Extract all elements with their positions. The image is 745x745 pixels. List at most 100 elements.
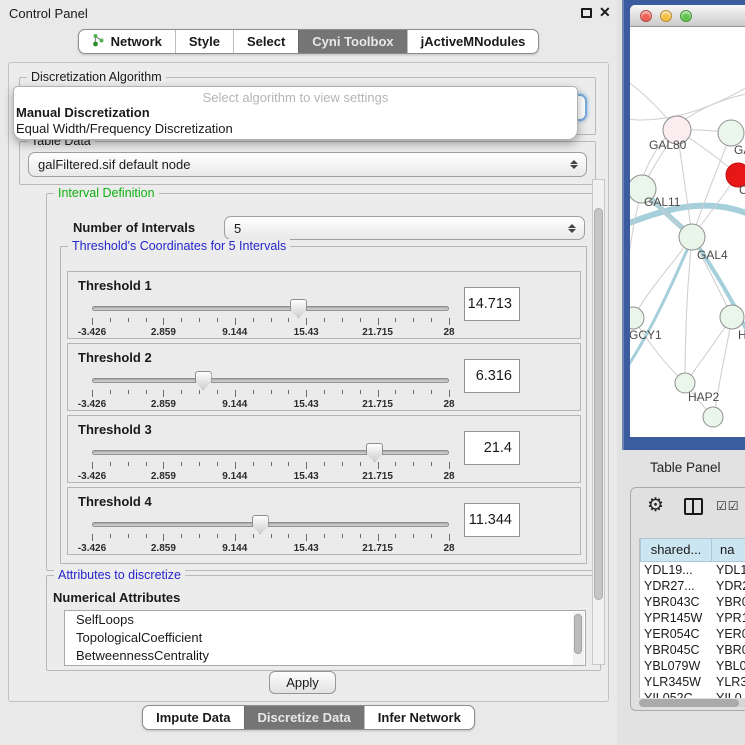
tab-impute-data[interactable]: Impute Data: [143, 706, 243, 729]
scrollbar-thumb[interactable]: [594, 208, 603, 600]
column-header-shared[interactable]: shared...: [640, 538, 712, 562]
table-row[interactable]: YPR145WYPR1: [640, 610, 745, 626]
slider-tick: [413, 534, 414, 538]
slider-tick-label: 9.144: [222, 327, 247, 338]
tab-style[interactable]: Style: [175, 30, 233, 53]
threshold-slider-3[interactable]: -3.4262.8599.14415.4321.71528: [92, 442, 449, 482]
content-scrollbar[interactable]: [592, 179, 605, 665]
tab-select[interactable]: Select: [233, 30, 298, 53]
table-row[interactable]: YBR043CYBR0: [640, 594, 745, 610]
network-edge[interactable]: [693, 133, 731, 235]
threshold-value-field[interactable]: 14.713: [464, 287, 520, 321]
network-edge[interactable]: [685, 237, 692, 382]
attribute-item-selfloops[interactable]: SelfLoops: [65, 611, 585, 629]
slider-tick: [110, 390, 111, 394]
slider-tick: [378, 534, 379, 541]
network-edge[interactable]: [630, 189, 642, 309]
table-data-combobox[interactable]: galFiltered.sif default node: [28, 152, 587, 177]
group-title: Attributes to discretize: [54, 568, 185, 582]
slider-tick: [378, 462, 379, 469]
select-columns-checkboxes-icon[interactable]: ☑☑: [716, 499, 740, 513]
algorithm-option-equal-width-frequency-discretization[interactable]: Equal Width/Frequency Discretization: [14, 121, 577, 137]
slider-tick: [413, 462, 414, 466]
table-row[interactable]: YER054CYER0: [640, 626, 745, 642]
slider-thumb[interactable]: [366, 443, 383, 462]
scrollbar-thumb[interactable]: [574, 614, 582, 654]
threshold-panel-3: Threshold 3-3.4262.8599.14415.4321.71528…: [67, 415, 581, 483]
table-data-combobox-value: galFiltered.sif default node: [38, 157, 190, 172]
slider-tick: [181, 390, 182, 394]
slider-tick: [128, 390, 129, 394]
minimize-traffic-light-icon[interactable]: [660, 10, 672, 22]
table-cell: YIL052C: [640, 690, 712, 698]
table-row[interactable]: YLR345WYLR3: [640, 674, 745, 690]
column-header-na[interactable]: na: [712, 538, 745, 562]
slider-thumb[interactable]: [195, 371, 212, 390]
slider-tick: [271, 318, 272, 322]
network-node-gcy1[interactable]: [630, 307, 644, 329]
slider-tick: [271, 534, 272, 538]
slider-tick: [128, 534, 129, 538]
threshold-value-field[interactable]: 6.316: [464, 359, 520, 393]
slider-tick: [128, 318, 129, 322]
threshold-value-field[interactable]: 11.344: [464, 503, 520, 537]
numerical-attributes-label: Numerical Attributes: [53, 590, 180, 605]
apply-button[interactable]: Apply: [269, 671, 336, 694]
slider-tick: [199, 534, 200, 538]
algorithm-option-manual-discretization[interactable]: Manual Discretization: [14, 105, 577, 121]
table-cell: YDL1: [712, 562, 745, 578]
tab-label: Discretize Data: [258, 710, 351, 725]
network-node-h[interactable]: [720, 305, 744, 329]
network-node-label: GAL80: [649, 138, 687, 152]
columns-icon[interactable]: [684, 498, 703, 515]
table-hscrollbar[interactable]: [639, 699, 745, 707]
node-table[interactable]: shared...na YDL19...YDL1YDR27...YDR2YBR0…: [639, 538, 745, 698]
bottom-tabbar: Impute Data Discretize Data Infer Network: [0, 705, 617, 730]
table-cell: YPR1: [712, 610, 745, 626]
zoom-traffic-light-icon[interactable]: [680, 10, 692, 22]
table-row[interactable]: YDL19...YDL1: [640, 562, 745, 578]
tab-network[interactable]: Network: [79, 30, 175, 53]
table-row[interactable]: YBR045CYBR0: [640, 642, 745, 658]
threshold-label: Threshold 2: [78, 350, 152, 365]
network-node-label: GAL4: [697, 248, 728, 262]
threshold-value-field[interactable]: 21.4: [464, 431, 520, 465]
algorithm-prompt: Select algorithm to view settings: [14, 87, 577, 105]
close-traffic-light-icon[interactable]: [640, 10, 652, 22]
list-scrollbar[interactable]: [573, 612, 584, 666]
table-row[interactable]: YBL079WYBL0: [640, 658, 745, 674]
scrollbar-thumb[interactable]: [639, 699, 739, 707]
attribute-item-topologicalcoefficient[interactable]: TopologicalCoefficient: [65, 629, 585, 647]
table-cell: YDR27...: [640, 578, 712, 594]
threshold-slider-4[interactable]: -3.4262.8599.14415.4321.71528: [92, 514, 449, 554]
close-icon[interactable]: ✕: [599, 4, 611, 21]
slider-thumb[interactable]: [252, 515, 269, 534]
number-of-intervals-label: Number of Intervals: [73, 220, 195, 235]
table-row[interactable]: YIL052CYIL0: [640, 690, 745, 698]
numerical-attributes-list[interactable]: SelfLoopsTopologicalCoefficientBetweenne…: [64, 610, 586, 666]
slider-thumb[interactable]: [290, 299, 307, 318]
network-edge[interactable]: [630, 241, 691, 372]
slider-tick: [342, 318, 343, 322]
gear-icon[interactable]: ⚙: [647, 494, 664, 517]
slider-tick: [253, 390, 254, 394]
network-window: GAL80GACGAL11GAL4GCY1HHAP2: [630, 5, 745, 437]
float-icon[interactable]: [581, 8, 592, 18]
table-row[interactable]: YDR27...YDR2: [640, 578, 745, 594]
network-node-gal4[interactable]: [679, 224, 705, 250]
threshold-slider-2[interactable]: -3.4262.8599.14415.4321.71528: [92, 370, 449, 410]
slider-tick: [324, 462, 325, 466]
tab-discretize-data[interactable]: Discretize Data: [244, 706, 364, 729]
tab-cyni-toolbox[interactable]: Cyni Toolbox: [298, 30, 406, 53]
table-data-group: Table Data galFiltered.sif default node: [19, 141, 596, 185]
attribute-item-betweennesscentrality[interactable]: BetweennessCentrality: [65, 647, 585, 665]
number-of-intervals-combobox[interactable]: 5: [224, 216, 585, 240]
network-canvas[interactable]: GAL80GACGAL11GAL4GCY1HHAP2: [630, 27, 745, 437]
network-node-item[interactable]: [703, 407, 723, 427]
tab-jactivemnodules[interactable]: jActiveMNodules: [407, 30, 539, 53]
tab-infer-network[interactable]: Infer Network: [364, 706, 474, 729]
threshold-slider-1[interactable]: -3.4262.8599.14415.4321.71528: [92, 298, 449, 338]
network-edge[interactable]: [630, 85, 745, 120]
group-title: Interval Definition: [54, 186, 159, 200]
slider-tick-label: 9.144: [222, 399, 247, 410]
